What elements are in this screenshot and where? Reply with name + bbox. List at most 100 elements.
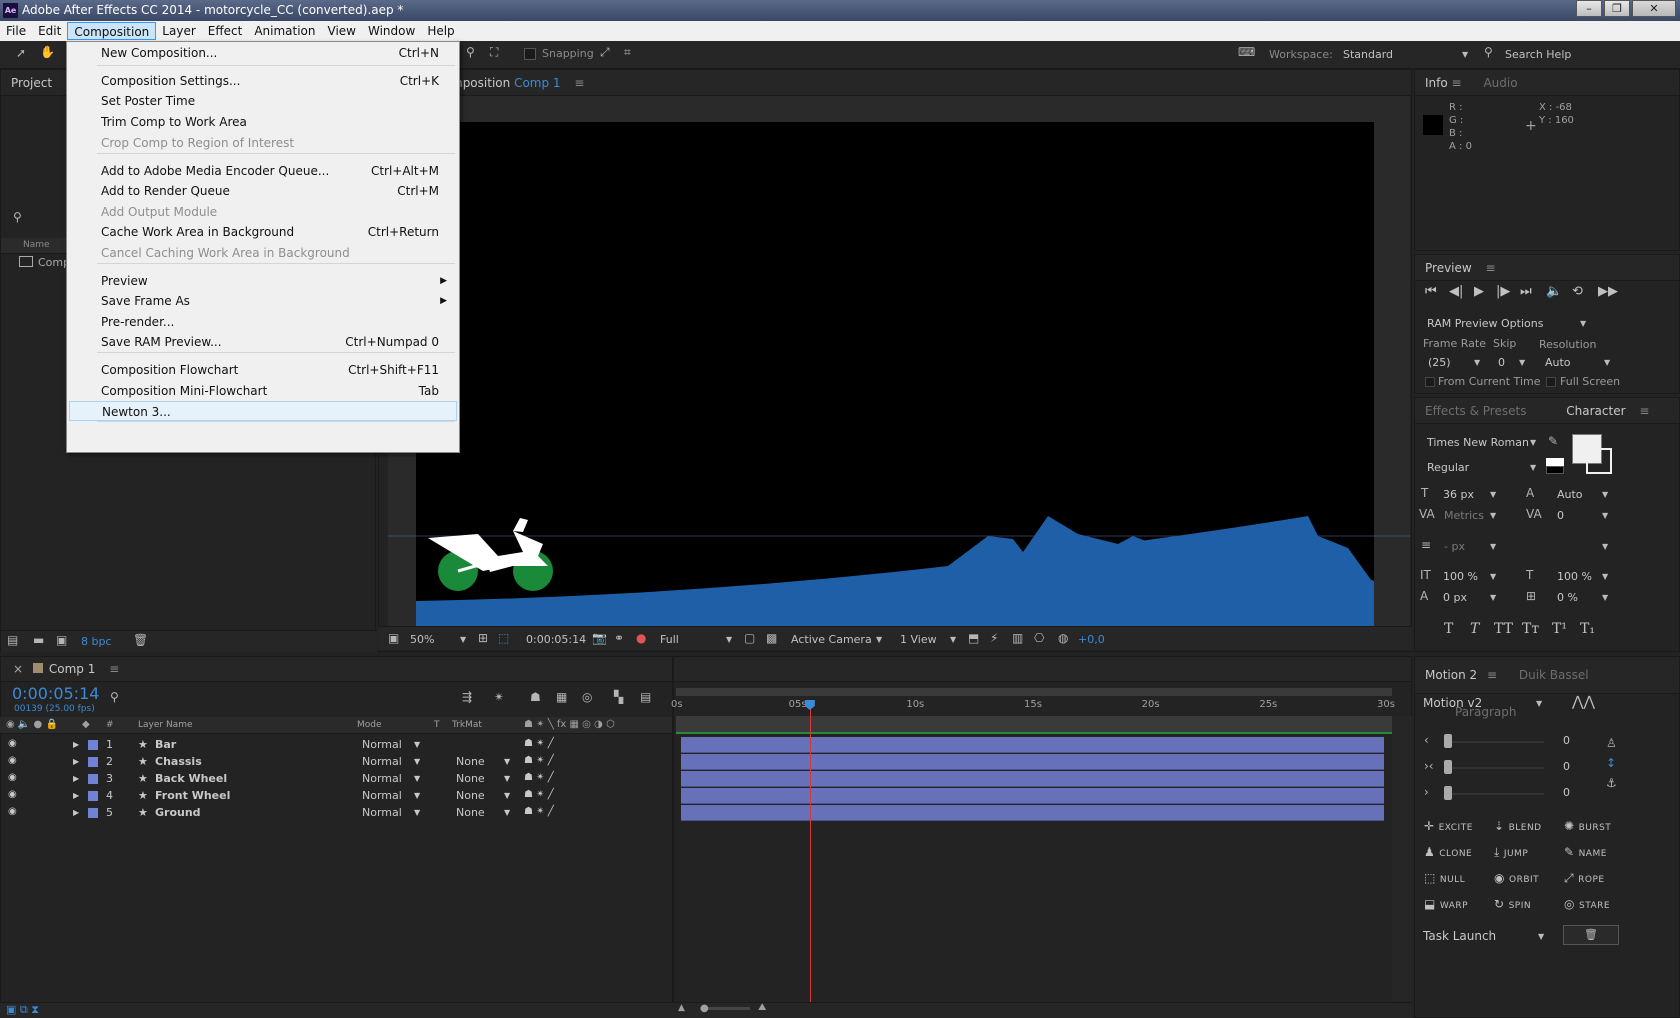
from-current-checkbox[interactable] [1425,377,1435,387]
motion-button-null[interactable]: ⬚ NULL [1424,871,1465,885]
motion-button-name[interactable]: ✎ NAME [1564,845,1607,859]
shy-layers-icon[interactable]: ☗ [530,690,541,704]
close-tab-icon[interactable]: × [13,662,23,676]
frame-rate-dropdown[interactable]: (25) [1428,356,1451,369]
superscript-button[interactable]: T¹ [1552,621,1567,637]
switch-icons[interactable]: ☗ ✴ ╱ [524,738,554,749]
menu-item-11[interactable]: Save Frame As ▶ [101,291,447,311]
minimize-icon[interactable]: – [1576,0,1602,17]
motion-button-jump[interactable]: ⤓ JUMP [1494,845,1528,860]
anchor-bottom-icon[interactable]: ⚓ [1606,776,1617,790]
composition-tab[interactable]: mposition Comp 1 ≡ [379,70,1411,96]
kerning-value[interactable]: Metrics [1444,509,1484,522]
font-size-value[interactable]: 36 px [1443,488,1474,501]
graph-editor-icon[interactable]: ▚ [614,690,623,704]
layer-row[interactable]: ◉ ▶ 3 ★ Back Wheel Normal ▼ None ☗ ✴ ╱ ▼ [0,771,672,788]
switches-icons[interactable]: ☗ ✴ ╲ fx ▦ ◎ ◑ ⬡ [524,719,615,730]
first-frame-icon[interactable]: ⏮ [1425,284,1437,299]
new-folder-icon[interactable]: ▬ [33,633,44,647]
keyboard-icon[interactable]: ⌨ [1238,45,1255,59]
prev-frame-icon[interactable]: ◀| [1449,284,1463,299]
tab-character[interactable]: Character [1566,404,1625,418]
number-column[interactable]: # [106,720,114,730]
trash-icon[interactable]: 🗑 [133,633,148,647]
motion-slider-value[interactable]: 0 [1563,760,1570,773]
puppet-tool-icon[interactable]: ⛶ [490,45,498,60]
layer-duration-bar[interactable] [681,737,1384,753]
toggle-switches-icon[interactable]: ▣ ⧉ ⧗ [6,1003,39,1017]
last-frame-icon[interactable]: ⏭ [1520,284,1532,299]
menu-item-15[interactable]: Composition Mini-Flowchart Tab [101,381,439,401]
menu-item-1[interactable]: Composition Settings... Ctrl+K [101,71,439,91]
tab-info[interactable]: Info [1425,76,1448,90]
tracking-value[interactable]: 0 [1557,509,1564,522]
tab-effects-presets[interactable]: Effects & Presets [1425,404,1526,418]
bit-depth-button[interactable]: 8 bpc [81,635,112,648]
expand-arrow-icon[interactable]: ▶ [73,740,79,749]
exposure-value[interactable]: +0,0 [1078,633,1105,646]
layer-row[interactable]: ◉ ▶ 4 ★ Front Wheel Normal ▼ None ☗ ✴ ╱ ▼ [0,788,672,805]
hand-tool-icon[interactable]: ✋ [40,45,55,59]
zoom-dropdown[interactable]: 50% [410,633,434,646]
always-preview-icon[interactable]: ▣ [388,631,399,645]
ram-preview-icon[interactable]: ▶▶ [1598,284,1618,299]
trkmat-column[interactable]: TrkMat [452,720,482,730]
layer-duration-bar[interactable] [681,805,1384,821]
play-icon[interactable]: ▶ [1474,284,1484,299]
menu-help[interactable]: Help [421,22,460,40]
motion-button-burst[interactable]: ✺ BURST [1564,819,1611,833]
motion-blur-icon[interactable]: ◎ [582,690,592,704]
motion-button-spin[interactable]: ↻ SPIN [1494,897,1531,911]
menu-layer[interactable]: Layer [156,22,201,40]
trkmat-dropdown[interactable]: None [456,755,485,768]
workspace-dropdown[interactable]: Standard [1343,48,1393,61]
motion-slider-handle[interactable] [1444,786,1452,800]
search-icon[interactable]: ⚲ [13,210,22,224]
expand-arrow-icon[interactable]: ▶ [73,757,79,766]
menu-animation[interactable]: Animation [248,22,321,40]
comp-flowchart-icon[interactable]: ⇶ [462,690,472,704]
menu-item-8[interactable]: Cache Work Area in Background Ctrl+Return [101,222,439,242]
timeline-icon[interactable]: ▥ [1012,631,1023,645]
motion-button-blend[interactable]: ⇣ BLEND [1494,819,1542,833]
tsume-value[interactable]: 0 % [1557,591,1578,604]
motion-slider-track[interactable] [1444,767,1544,769]
menu-item-0[interactable]: New Composition... Ctrl+N [101,43,439,63]
region-interest-icon[interactable]: ▢ [744,631,755,645]
layer-row[interactable]: ◉ ▶ 2 ★ Chassis Normal ▼ None ☗ ✴ ╱ ▼ [0,754,672,771]
tab-audio[interactable]: Audio [1483,76,1517,90]
fit-icon[interactable]: ⊞ [478,631,488,645]
menu-edit[interactable]: Edit [32,22,67,40]
expand-arrow-icon[interactable]: ▶ [73,791,79,800]
horizontal-scale-value[interactable]: 100 % [1557,570,1592,583]
font-style-dropdown[interactable]: Regular [1427,461,1469,474]
menu-window[interactable]: Window [362,22,421,40]
graph-curve-icon[interactable]: ⋀⋀ [1572,694,1595,710]
switch-icons[interactable]: ☗ ✴ ╱ [524,772,554,783]
all-caps-button[interactable]: TT [1494,621,1513,637]
expand-arrow-icon[interactable]: ▶ [73,774,79,783]
motion-preset-dropdown[interactable]: Motion v2 [1423,696,1482,710]
chart-icon[interactable]: ▤ [640,690,651,704]
trkmat-dropdown[interactable]: None [456,806,485,819]
maximize-icon[interactable]: ❐ [1604,0,1630,17]
switch-icons[interactable]: ☗ ✴ ╱ [524,806,554,817]
stroke-color-swatch[interactable] [1586,448,1612,474]
skip-dropdown[interactable]: 0 [1498,356,1505,369]
resolution-dropdown[interactable]: Full [660,633,679,646]
leading-value[interactable]: Auto [1557,488,1583,501]
tab-comp-1[interactable]: Comp 1 [49,662,95,676]
menu-item-14[interactable]: Composition Flowchart Ctrl+Shift+F11 [101,360,439,380]
eye-icon[interactable]: ◉ [8,755,17,766]
label-icon[interactable]: ◆ [82,719,90,730]
work-area-bar[interactable] [676,688,1392,696]
eye-icon[interactable]: ◉ [8,806,17,817]
tab-motion-2[interactable]: Motion 2 [1425,668,1477,682]
eye-icon[interactable]: ◉ [8,772,17,783]
layer-duration-bar[interactable] [681,788,1384,804]
mask-path-icon[interactable]: ⬚ [498,631,509,645]
faux-bold-button[interactable]: T [1444,621,1453,637]
playhead[interactable] [809,702,811,1002]
font-family-dropdown[interactable]: Times New Roman [1427,436,1529,449]
eye-icon[interactable]: ◉ 🔈 ● 🔒 [6,719,58,730]
